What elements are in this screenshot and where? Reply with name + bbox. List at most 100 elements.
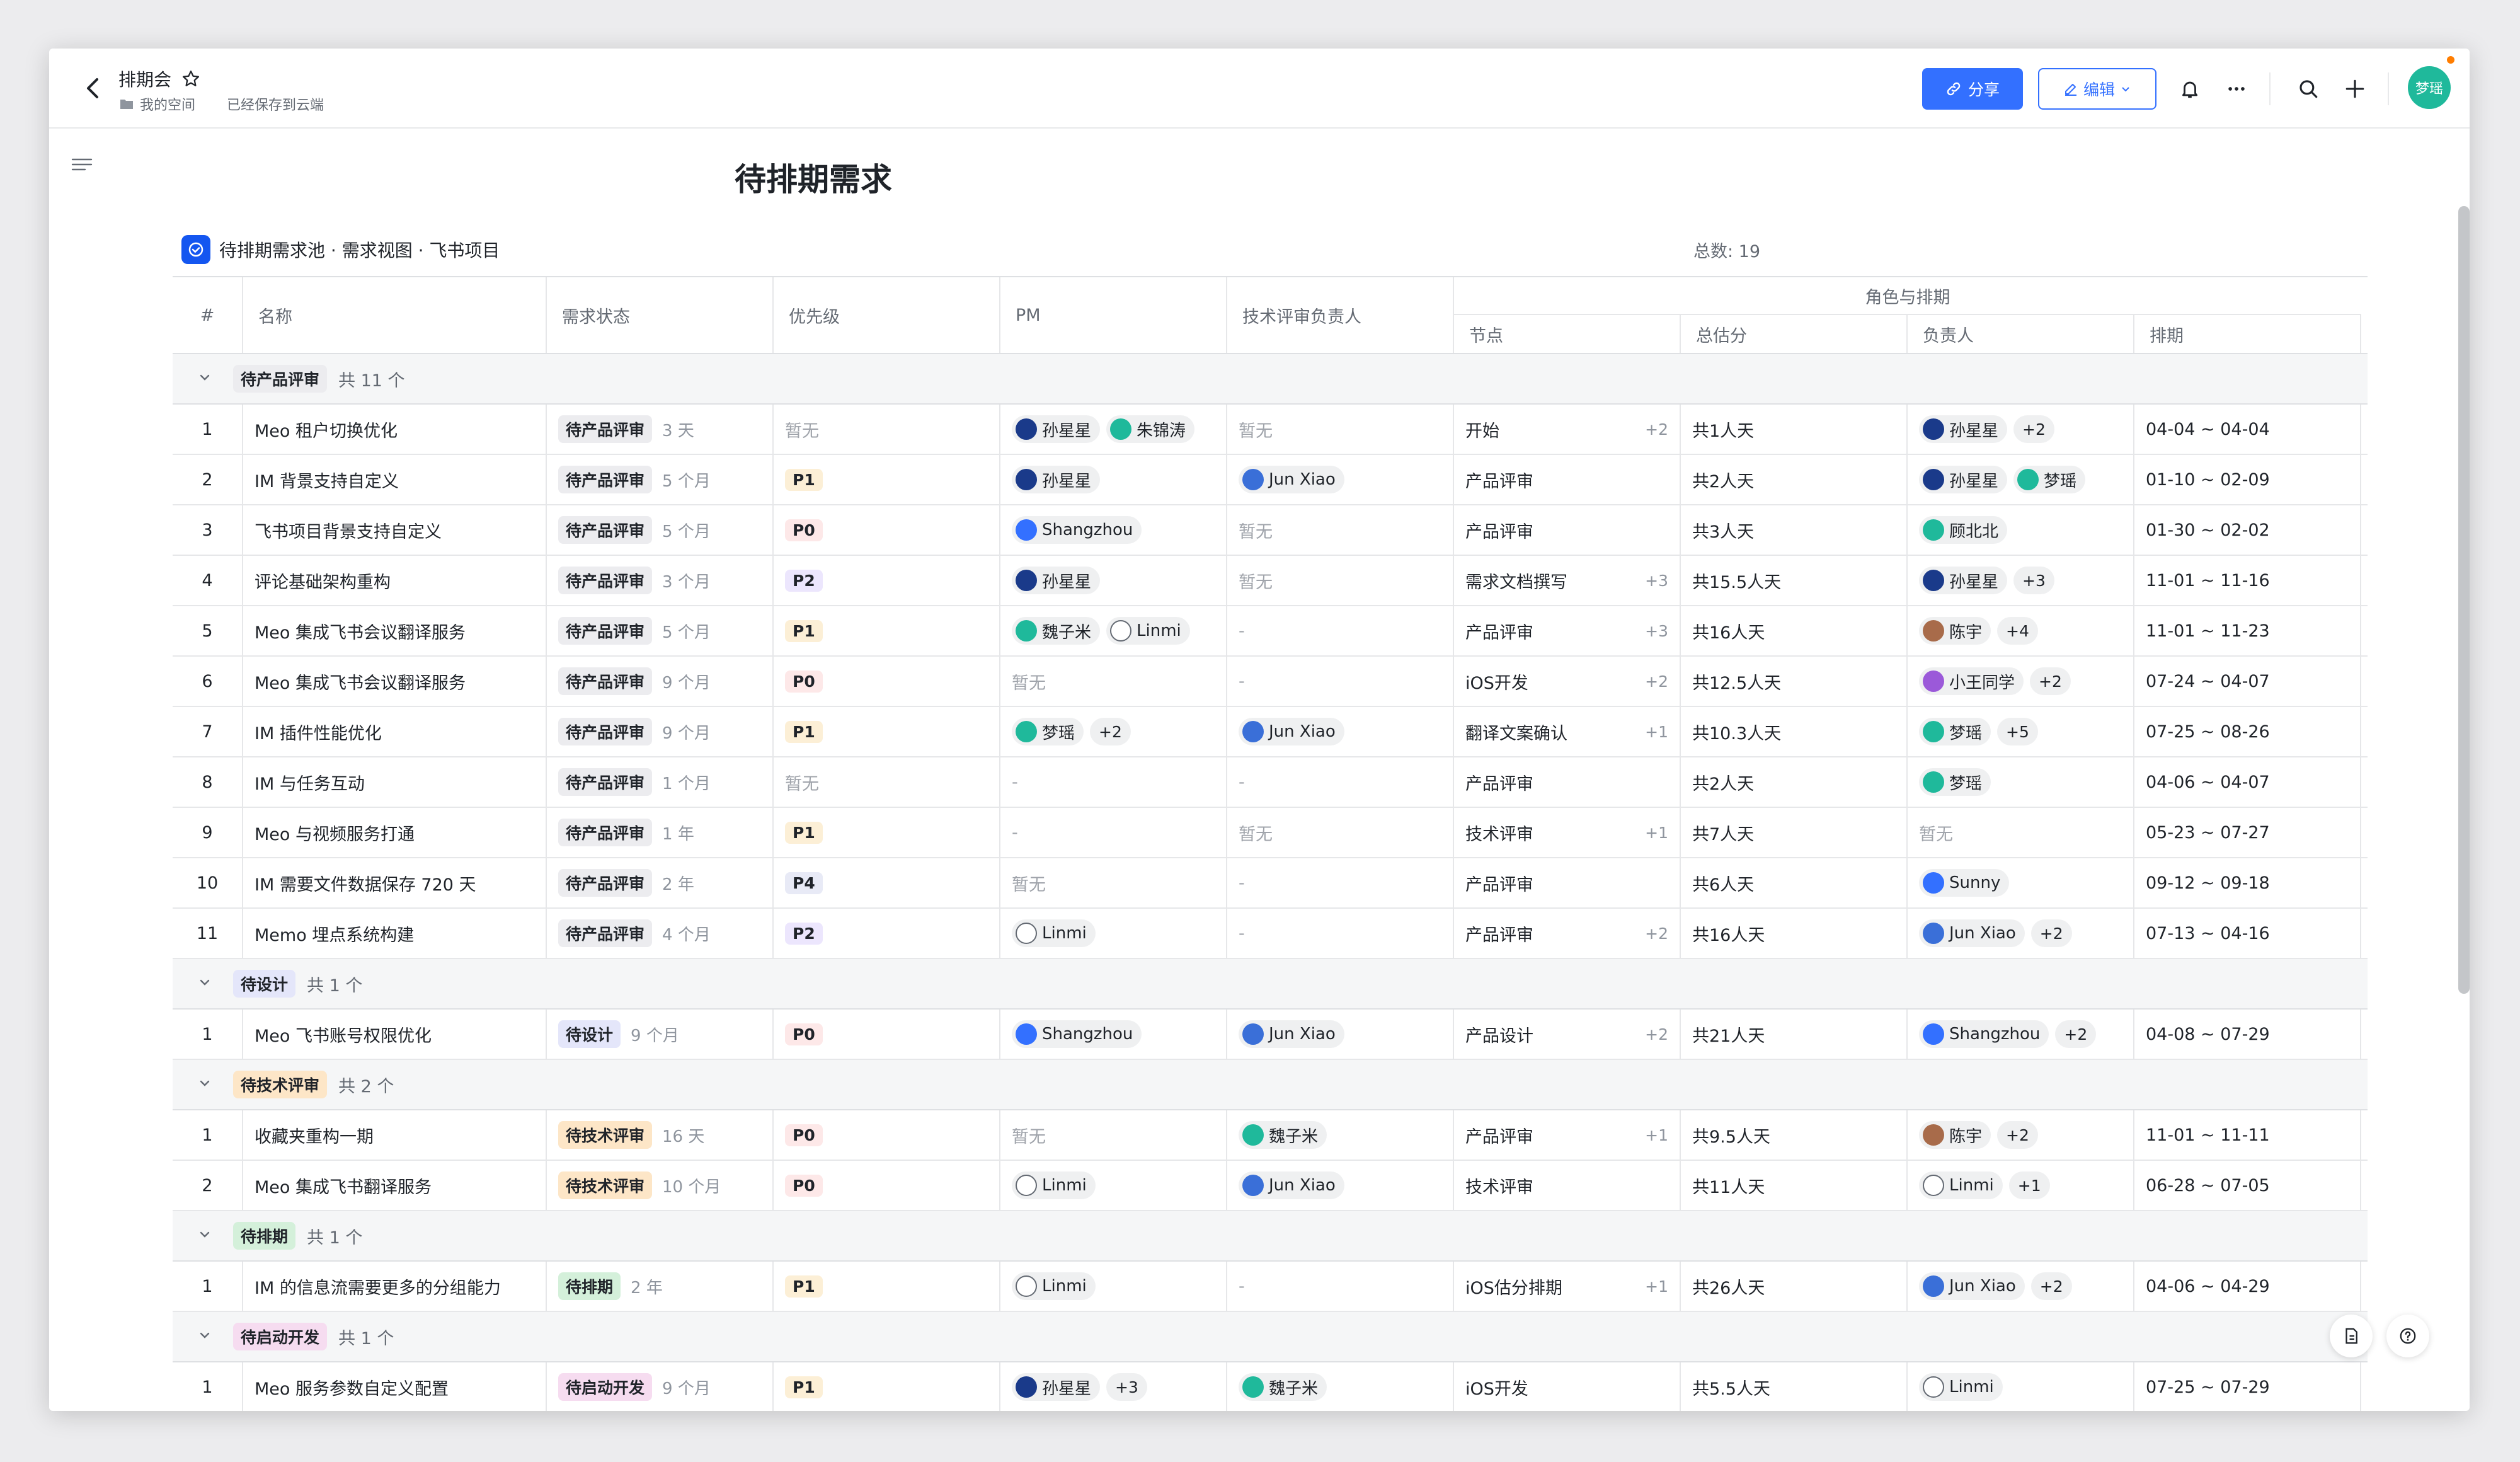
table-row[interactable]: 9 Meo 与视频服务打通 待产品评审 1 年 P1 - 暂无 技术评审 +1 共7人天 暂无 05-… (173, 808, 2368, 858)
requirement-name[interactable]: 收藏夹重构一期 (255, 1123, 374, 1148)
header-node[interactable]: 节点 (1454, 315, 1681, 353)
more-count-badge[interactable]: +1 (2008, 1171, 2050, 1199)
requirement-name[interactable]: Meo 集成飞书翻译服务 (255, 1173, 432, 1198)
header-tech-owner[interactable]: 技术评审负责人 (1227, 277, 1454, 353)
owner-chip[interactable]: 陈宇 (1919, 1121, 1991, 1149)
tech-owner-chip[interactable]: Jun Xiao (1239, 466, 1344, 493)
chevron-down-icon[interactable] (198, 1228, 212, 1244)
more-icon[interactable] (2221, 74, 2252, 104)
owner-chip[interactable]: Jun Xiao (1919, 919, 2025, 947)
more-count-badge[interactable]: +2 (2055, 1020, 2097, 1048)
owner-chip[interactable]: Linmi (1919, 1373, 2003, 1401)
requirement-name[interactable]: IM 需要文件数据保存 720 天 (255, 871, 476, 895)
owner-chip[interactable]: 顾北北 (1919, 516, 2008, 544)
owner-chip[interactable]: Jun Xiao (1919, 1272, 2025, 1300)
tech-owner-chip[interactable]: 魏子米 (1239, 1121, 1327, 1149)
user-avatar[interactable]: 梦瑶 (2408, 66, 2451, 109)
more-count-badge[interactable]: +4 (1997, 617, 2038, 645)
owner-chip[interactable]: 梦瑶 (1919, 768, 1991, 796)
pm-chip[interactable]: 孙星星 (1012, 1373, 1101, 1401)
table-row[interactable]: 1 Meo 服务参数自定义配置 待启动开发 9 个月 P1 孙星星 +3 魏子米 iOS开发 共5… (173, 1362, 2368, 1411)
tech-owner-chip[interactable]: Jun Xiao (1239, 1171, 1344, 1199)
tech-owner-chip[interactable]: Jun Xiao (1239, 718, 1344, 745)
table-row[interactable]: 8 IM 与任务互动 待产品评审 1 个月 暂无 - - 产品评审 共2人天 梦瑶 04-06 ~ … (173, 757, 2368, 808)
owner-chip[interactable]: 陈宇 (1919, 617, 1991, 645)
table-row[interactable]: 11 Memo 埋点系统构建 待产品评审 4 个月 P2 Linmi - 产品评审 +2 共16人… (173, 909, 2368, 959)
table-row[interactable]: 2 IM 背景支持自定义 待产品评审 5 个月 P1 孙星星 Jun Xiao 产品评审 共2人… (173, 455, 2368, 505)
header-status[interactable]: 需求状态 (547, 277, 774, 353)
more-count-badge[interactable]: +5 (1997, 718, 2038, 745)
bell-icon[interactable] (2175, 74, 2205, 104)
edit-button[interactable]: 编辑 (2038, 68, 2156, 110)
requirement-name[interactable]: Meo 与视频服务打通 (255, 820, 415, 845)
star-icon[interactable] (181, 69, 200, 88)
share-button[interactable]: 分享 (1922, 68, 2023, 110)
more-count-badge[interactable]: +2 (2030, 667, 2071, 695)
pm-chip[interactable]: Linmi (1012, 919, 1096, 947)
table-row[interactable]: 6 Meo 集成飞书会议翻译服务 待产品评审 9 个月 P0 暂无 - iOS开发 +2 共12.… (173, 657, 2368, 707)
owner-chip[interactable]: 孙星星 (1919, 466, 2008, 493)
requirement-name[interactable]: IM 背景支持自定义 (255, 468, 399, 492)
requirement-name[interactable]: IM 的信息流需要更多的分组能力 (255, 1274, 501, 1299)
floating-help-button[interactable] (2386, 1315, 2429, 1357)
pm-chip[interactable]: 梦瑶 (1012, 718, 1084, 745)
chevron-down-icon[interactable] (198, 976, 212, 992)
tech-owner-chip[interactable]: Jun Xiao (1239, 1020, 1344, 1048)
table-row[interactable]: 10 IM 需要文件数据保存 720 天 待产品评审 2 年 P4 暂无 - 产品评审 共6人天… (173, 858, 2368, 909)
more-count-badge[interactable]: +2 (2030, 919, 2072, 947)
table-row[interactable]: 1 Meo 飞书账号权限优化 待设计 9 个月 P0 Shangzhou Jun Xiao 产… (173, 1010, 2368, 1060)
header-schedule[interactable]: 排期 (2134, 315, 2361, 353)
requirement-name[interactable]: Meo 租户切换优化 (255, 417, 398, 442)
group-header[interactable]: 待产品评审共 11 个 (173, 354, 2368, 405)
group-header[interactable]: 待启动开发共 1 个 (173, 1312, 2368, 1362)
pm-chip[interactable]: 朱锦涛 (1106, 415, 1195, 443)
pm-chip[interactable]: 孙星星 (1012, 567, 1101, 594)
more-count-badge[interactable]: +3 (1106, 1373, 1147, 1401)
chevron-down-icon[interactable] (198, 1076, 212, 1093)
owner-chip[interactable]: 梦瑶 (2013, 466, 2086, 493)
group-header[interactable]: 待技术评审共 2 个 (173, 1060, 2368, 1110)
owner-chip[interactable]: Shangzhou (1919, 1020, 2049, 1048)
more-count-badge[interactable]: +2 (2030, 1272, 2072, 1300)
table-row[interactable]: 1 Meo 租户切换优化 待产品评审 3 天 暂无 孙星星 朱锦涛 暂无 开始 +2 共1人天 孙星星… (173, 405, 2368, 455)
owner-chip[interactable]: 小王同学 (1919, 667, 2024, 695)
pm-chip[interactable]: Shangzhou (1012, 1020, 1142, 1048)
view-source[interactable]: 待排期需求池 · 需求视图 · 飞书项目 (181, 235, 500, 264)
requirement-name[interactable]: 评论基础架构重构 (255, 568, 391, 593)
vertical-scrollbar[interactable] (2458, 206, 2470, 994)
table-row[interactable]: 1 IM 的信息流需要更多的分组能力 待排期 2 年 P1 Linmi - iOS估分排期 +1… (173, 1262, 2368, 1312)
pm-chip[interactable]: Linmi (1012, 1171, 1096, 1199)
header-pm[interactable]: PM (1000, 277, 1227, 353)
requirement-name[interactable]: Meo 集成飞书会议翻译服务 (255, 669, 466, 694)
header-name[interactable]: 名称 (243, 277, 547, 353)
requirement-name[interactable]: Memo 埋点系统构建 (255, 921, 414, 946)
breadcrumb-space[interactable]: 我的空间 (140, 94, 195, 114)
owner-chip[interactable]: 孙星星 (1919, 415, 2008, 443)
pm-chip[interactable]: Linmi (1106, 617, 1190, 645)
more-count-badge[interactable]: +2 (1997, 1121, 2038, 1149)
more-count-badge[interactable]: +2 (1090, 718, 1131, 745)
pm-chip[interactable]: 孙星星 (1012, 415, 1101, 443)
requirement-name[interactable]: Meo 服务参数自定义配置 (255, 1375, 449, 1400)
header-priority[interactable]: 优先级 (774, 277, 1000, 353)
floating-doc-button[interactable] (2330, 1315, 2373, 1357)
tech-owner-chip[interactable]: 魏子米 (1239, 1373, 1327, 1401)
owner-chip[interactable]: Linmi (1919, 1171, 2003, 1199)
pm-chip[interactable]: Linmi (1012, 1272, 1096, 1300)
table-row[interactable]: 1 收藏夹重构一期 待技术评审 16 天 P0 暂无 魏子米 产品评审 +1 共9.5人天 陈宇 +2… (173, 1110, 2368, 1161)
more-count-badge[interactable]: +2 (2013, 415, 2054, 443)
chevron-down-icon[interactable] (198, 1328, 212, 1345)
header-estimate[interactable]: 总估分 (1681, 315, 1908, 353)
chevron-down-icon[interactable] (198, 371, 212, 387)
table-row[interactable]: 4 评论基础架构重构 待产品评审 3 个月 P2 孙星星 暂无 需求文档撰写 +3 共15.5人天… (173, 556, 2368, 606)
group-header[interactable]: 待排期共 1 个 (173, 1211, 2368, 1262)
requirement-name[interactable]: 飞书项目背景支持自定义 (255, 518, 442, 543)
search-icon[interactable] (2293, 74, 2323, 104)
table-row[interactable]: 2 Meo 集成飞书翻译服务 待技术评审 10 个月 P0 Linmi Jun Xiao 技术… (173, 1161, 2368, 1211)
requirement-name[interactable]: Meo 集成飞书会议翻译服务 (255, 619, 466, 643)
table-row[interactable]: 5 Meo 集成飞书会议翻译服务 待产品评审 5 个月 P1 魏子米 Linmi - 产品评审 +… (173, 606, 2368, 657)
owner-chip[interactable]: 孙星星 (1919, 567, 2008, 594)
table-row[interactable]: 3 飞书项目背景支持自定义 待产品评审 5 个月 P0 Shangzhou 暂无 产品评审 共3… (173, 505, 2368, 556)
header-owner[interactable]: 负责人 (1908, 315, 2134, 353)
requirement-name[interactable]: Meo 飞书账号权限优化 (255, 1022, 432, 1047)
